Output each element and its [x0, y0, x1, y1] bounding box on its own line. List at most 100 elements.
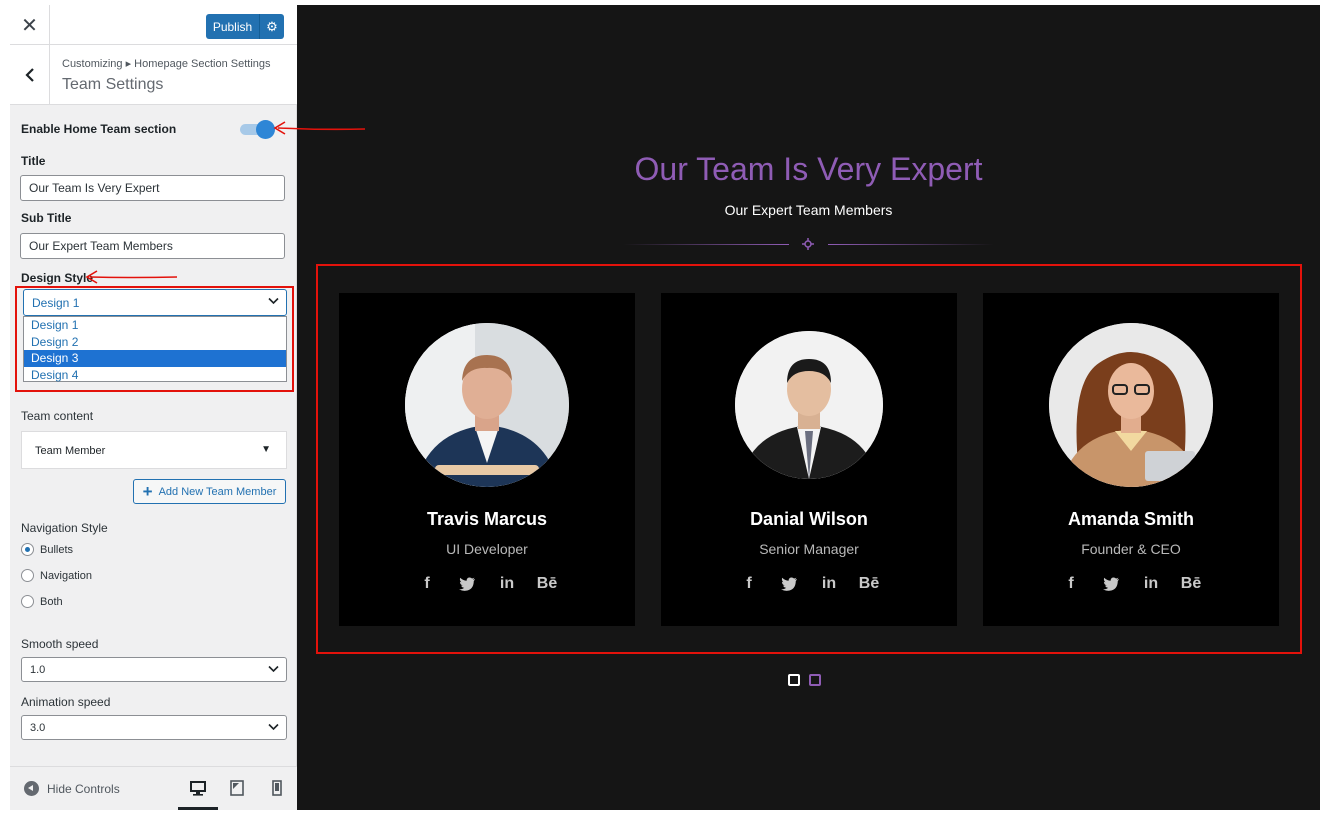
subtitle-input[interactable]: Our Expert Team Members — [20, 233, 285, 259]
back-button[interactable] — [10, 45, 50, 105]
member-photo — [735, 331, 883, 479]
design-style-select[interactable]: Design 1 — [23, 289, 287, 316]
add-team-member-button[interactable]: + Add New Team Member — [133, 479, 286, 504]
chevron-left-icon — [24, 68, 34, 82]
team-section-subtitle: Our Expert Team Members — [724, 202, 893, 218]
social-links: f in Bē — [983, 574, 1279, 594]
team-card: Danial Wilson Senior Manager f in Bē — [661, 293, 957, 626]
publish-button[interactable]: Publish ⚙ — [206, 14, 284, 39]
member-photo — [405, 323, 569, 487]
breadcrumb: Customizing ▸ Homepage Section Settings — [62, 58, 271, 70]
smooth-speed-select[interactable]: 1.0 — [21, 657, 287, 682]
smooth-speed-label: Smooth speed — [21, 637, 99, 651]
radio-label: Navigation — [40, 569, 92, 582]
title-input[interactable]: Our Team Is Very Expert — [20, 175, 285, 201]
radio-label: Both — [40, 595, 63, 608]
behance-icon[interactable]: Bē — [536, 574, 558, 594]
twitter-icon[interactable] — [778, 574, 800, 594]
navigation-style-label: Navigation Style — [21, 521, 108, 535]
member-name: Danial Wilson — [750, 509, 868, 529]
design-style-label: Design Style — [21, 271, 94, 285]
animation-speed-label: Animation speed — [21, 695, 111, 709]
linkedin-icon[interactable]: in — [1140, 574, 1162, 594]
twitter-bird-shape — [780, 577, 797, 591]
social-links: f in Bē — [339, 574, 635, 594]
team-member-accordion[interactable]: Team Member ▼ — [21, 431, 287, 469]
collapse-icon — [24, 781, 39, 796]
radio-button[interactable] — [21, 543, 34, 556]
enable-team-label: Enable Home Team section — [21, 122, 177, 136]
social-links: f in Bē — [661, 574, 957, 594]
team-section-title: Our Team Is Very Expert — [634, 151, 983, 187]
facebook-icon[interactable]: f — [416, 574, 438, 594]
member-photo-illustration — [735, 331, 883, 479]
mobile-icon — [272, 780, 282, 796]
design-option-1[interactable]: Design 1 — [24, 317, 286, 334]
chevron-down-icon — [268, 665, 279, 673]
design-selected-value: Design 1 — [32, 296, 80, 310]
hide-controls-label: Hide Controls — [47, 781, 120, 796]
radio-button[interactable] — [21, 595, 34, 608]
publish-label: Publish — [212, 19, 253, 34]
section-header: Customizing ▸ Homepage Section Settings … — [10, 45, 297, 105]
tablet-preview-button[interactable] — [226, 777, 248, 799]
caret-down-icon: ▼ — [261, 444, 271, 455]
customizer-sidebar: ✕ Publish ⚙ Customizing ▸ Homepage Secti… — [10, 5, 297, 810]
animation-speed-select[interactable]: 3.0 — [21, 715, 287, 740]
nav-option-navigation[interactable]: Navigation — [21, 569, 92, 582]
enable-team-toggle[interactable] — [240, 120, 276, 139]
tablet-icon — [230, 780, 244, 796]
member-name: Amanda Smith — [1067, 509, 1195, 529]
member-photo-illustration — [1049, 323, 1213, 487]
title-label: Title — [21, 154, 46, 168]
customizer-header: ✕ Publish ⚙ — [10, 5, 297, 45]
add-team-member-label: Add New Team Member — [158, 485, 277, 498]
divider-line-right — [828, 244, 994, 245]
mobile-preview-button[interactable] — [266, 777, 288, 799]
desktop-preview-button[interactable] — [187, 777, 209, 799]
twitter-icon[interactable] — [1100, 574, 1122, 594]
behance-icon[interactable]: Bē — [858, 574, 880, 594]
active-device-indicator — [178, 807, 218, 810]
chevron-down-icon — [268, 723, 279, 731]
linkedin-icon[interactable]: in — [496, 574, 518, 594]
nav-option-both[interactable]: Both — [21, 595, 63, 608]
design-option-3[interactable]: Design 3 — [24, 350, 286, 367]
subtitle-label: Sub Title — [21, 211, 72, 225]
site-preview: Our Team Is Very Expert Our Expert Team … — [297, 5, 1320, 810]
radio-button[interactable] — [21, 569, 34, 582]
smooth-speed-value: 1.0 — [30, 664, 46, 676]
plus-icon: + — [142, 481, 153, 501]
member-role: UI Developer — [446, 541, 528, 557]
twitter-icon[interactable] — [456, 574, 478, 594]
design-option-4[interactable]: Design 4 — [24, 367, 286, 384]
desktop-icon — [190, 780, 206, 796]
twitter-bird-shape — [1102, 577, 1119, 591]
facebook-icon[interactable]: f — [1060, 574, 1082, 594]
carousel-bullet-1[interactable] — [788, 674, 800, 686]
member-photo-illustration — [405, 323, 569, 487]
linkedin-icon[interactable]: in — [818, 574, 840, 594]
design-option-2[interactable]: Design 2 — [24, 334, 286, 351]
carousel-bullet-2[interactable] — [809, 674, 821, 686]
team-card: Amanda Smith Founder & CEO f in Bē — [983, 293, 1279, 626]
close-customizer-button[interactable]: ✕ — [10, 5, 50, 45]
facebook-icon[interactable]: f — [738, 574, 760, 594]
hide-controls-button[interactable]: Hide Controls — [24, 781, 120, 796]
annotation-arrow-design-style — [85, 270, 178, 284]
gear-icon[interactable]: ⚙ — [259, 14, 284, 39]
nav-option-bullets[interactable]: Bullets — [21, 543, 73, 556]
section-title: Team Settings — [62, 76, 164, 93]
team-card: Travis Marcus UI Developer f in Bē — [339, 293, 635, 626]
behance-icon[interactable]: Bē — [1180, 574, 1202, 594]
member-role: Founder & CEO — [1081, 541, 1181, 557]
annotation-arrow-toggle — [273, 121, 366, 135]
member-name: Travis Marcus — [426, 509, 548, 529]
twitter-bird-shape — [458, 577, 475, 591]
customizer-footer: Hide Controls — [10, 766, 297, 810]
carousel-bullets — [788, 674, 821, 686]
member-photo — [1049, 323, 1213, 487]
divider-crosshair-icon — [802, 238, 814, 250]
chevron-down-icon — [268, 297, 279, 305]
customizer-window: ✕ Publish ⚙ Customizing ▸ Homepage Secti… — [10, 5, 1320, 810]
